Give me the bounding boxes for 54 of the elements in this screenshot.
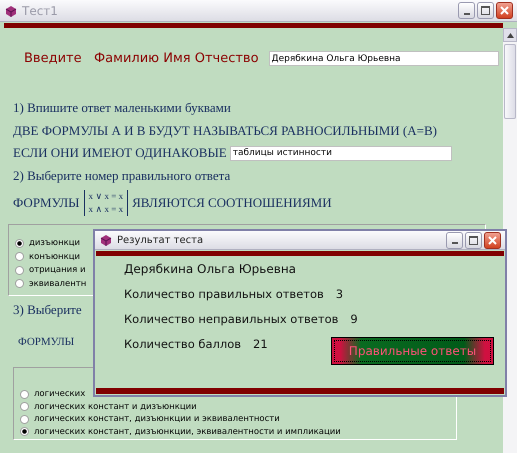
scroll-up-button[interactable] (503, 28, 517, 42)
result-label: Количество правильных ответов (124, 287, 324, 301)
option-label: отрицания и (29, 265, 86, 276)
radio-button[interactable] (15, 266, 24, 275)
minimize-button[interactable] (446, 232, 463, 248)
option-label: логических (34, 389, 86, 400)
app-icon (4, 4, 18, 18)
maximize-icon (469, 236, 478, 244)
name-label: Введите Фамилию Имя Отчество (24, 51, 259, 66)
window-title: Тест1 (22, 4, 58, 18)
scroll-thumb[interactable] (504, 44, 516, 119)
option-label: логических констант и дизъюнкции (34, 402, 197, 412)
question-text: ДВЕ ФОРМУЛЫ А И В БУДУТ НАЗЫВАТЬСЯ РАВНОСИЛЬНЫМИ (A=B) (13, 123, 438, 139)
result-value: 3 (336, 287, 344, 301)
result-label: Количество баллов (124, 337, 242, 351)
question-title: 3) Выберите (13, 302, 83, 318)
option-label: эквивалентн (29, 278, 86, 289)
question-title: 2) Выберите номер правильного ответа (13, 168, 232, 184)
close-icon (488, 236, 497, 244)
minimize-icon (464, 12, 470, 14)
close-button[interactable] (496, 2, 513, 19)
close-icon (500, 6, 509, 15)
app-icon (99, 233, 113, 247)
result-value: 21 (253, 337, 268, 351)
option-label: конъюнкци (29, 252, 80, 262)
option-label: логических констант, дизъюнкции, эквивалентности и импликации (34, 426, 341, 437)
radio-button[interactable] (15, 238, 24, 248)
maximize-icon (481, 6, 490, 15)
question-text: ФОРМУЛЫ (18, 336, 74, 348)
question-title: 1) Впишите ответ маленькими буквами (13, 100, 232, 116)
question-text: ФОРМУЛЫ (13, 195, 80, 211)
question-text: ЯВЛЯЮТСЯ СООТНОШЕНИЯМИ (132, 195, 332, 211)
name-field[interactable]: Дерябкина Ольга Юрьевна (268, 51, 499, 66)
result-label: Количество неправильных ответов (124, 312, 338, 326)
radio-button[interactable] (15, 279, 24, 288)
maximize-button[interactable] (465, 232, 482, 248)
window-title: Результат теста (117, 234, 204, 246)
option-label: логических констант, дизъюнкции и эквивалентности (34, 414, 280, 424)
answer-field[interactable]: таблицы истинности (230, 146, 452, 160)
minimize-button[interactable] (458, 2, 475, 19)
student-name: Дерябкина Ольга Юрьевна (124, 262, 298, 276)
result-value: 9 (350, 312, 358, 326)
radio-button[interactable] (20, 390, 29, 399)
option-label: дизъюнкци (29, 238, 80, 248)
question-text: ЕСЛИ ОНИ ИМЕЮТ ОДИНАКОВЫЕ (13, 145, 227, 161)
formula-system: x ∨ x = x x ∧ x = x (84, 190, 128, 216)
radio-button[interactable] (15, 252, 24, 262)
radio-button[interactable] (20, 402, 29, 412)
radio-button[interactable] (20, 414, 29, 424)
radio-button[interactable] (20, 427, 29, 436)
maximize-button[interactable] (477, 2, 494, 19)
minimize-icon (452, 242, 458, 244)
up-arrow-icon (506, 32, 514, 38)
close-button[interactable] (484, 232, 501, 248)
